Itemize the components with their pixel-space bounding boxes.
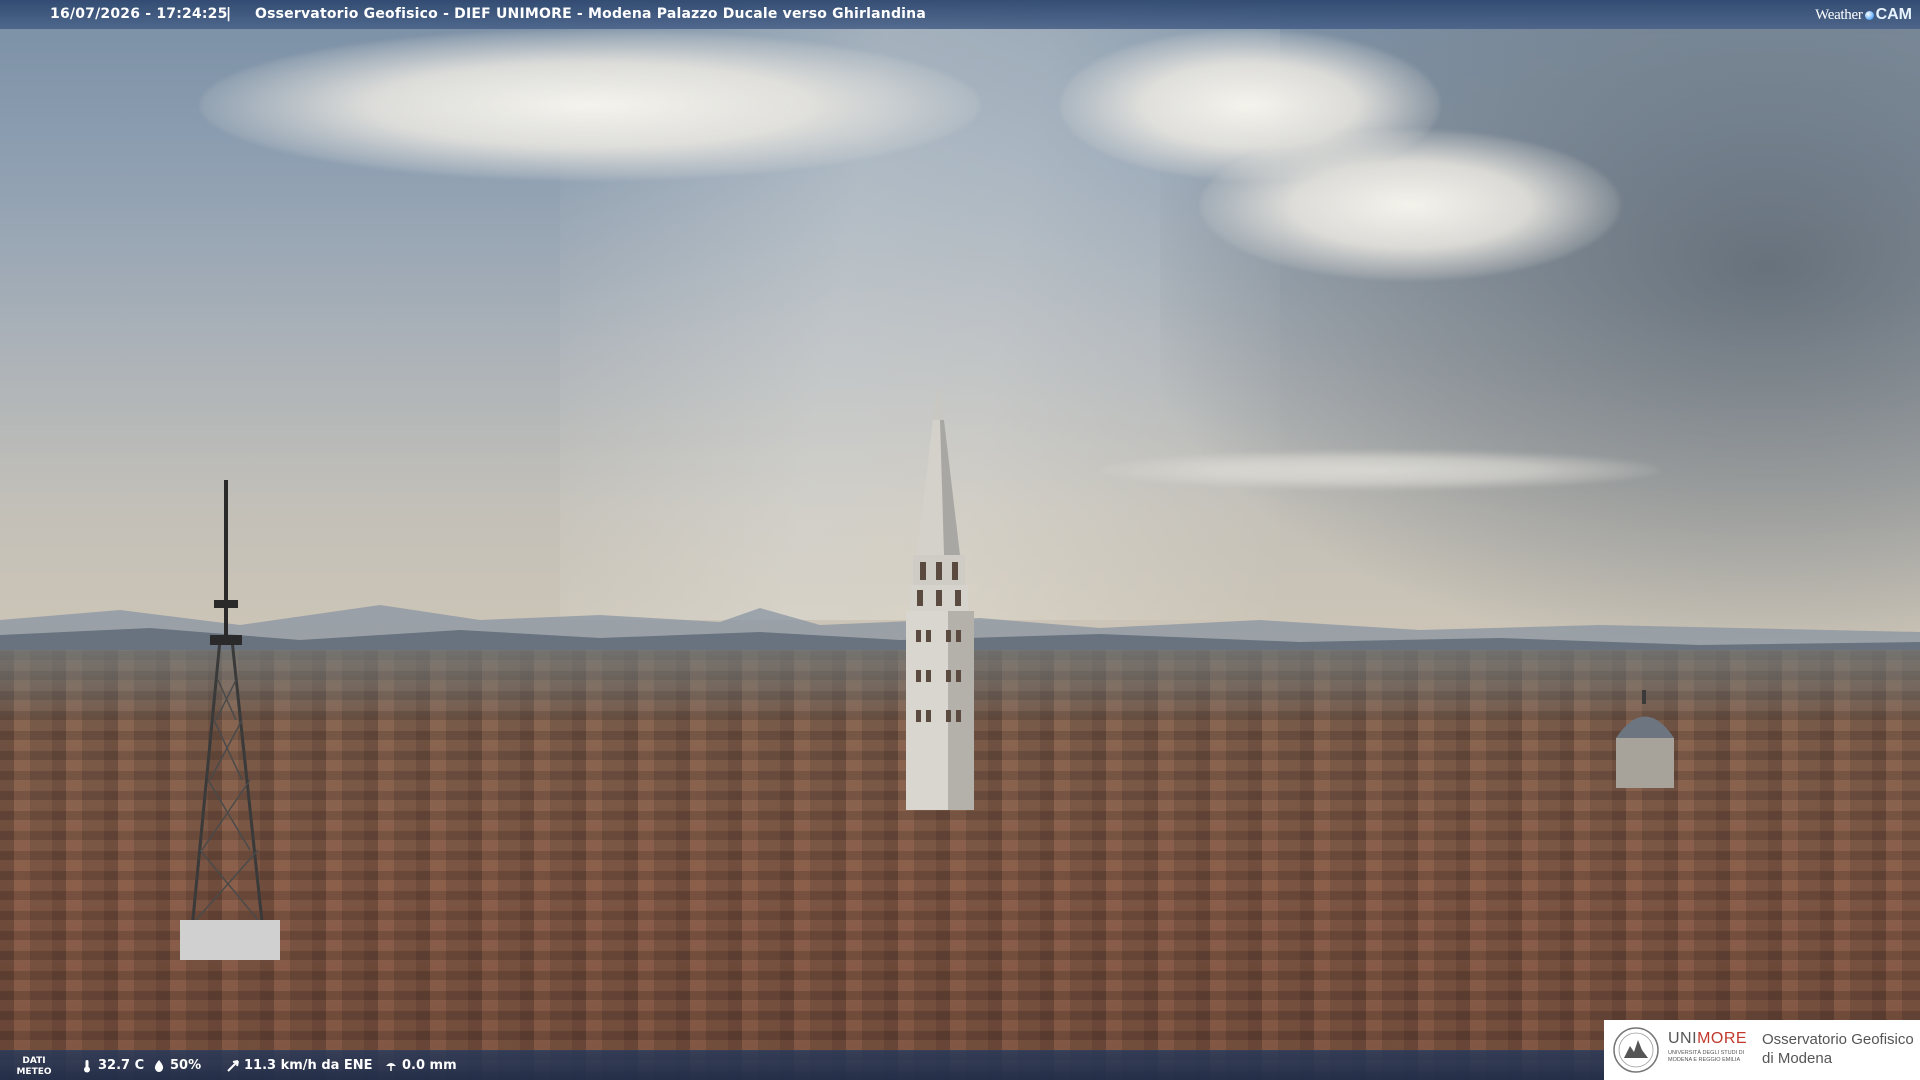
droplet-icon <box>154 1059 164 1072</box>
brand-cam-text: CAM <box>1875 6 1912 23</box>
observatory-line1: Osservatorio Geofisico <box>1762 1031 1914 1048</box>
timestamp: 16/07/2026 - 17:24:25 <box>50 6 228 22</box>
weather-label-line2: METEO <box>16 1067 52 1077</box>
radio-antenna <box>180 480 280 960</box>
webcam-frame: 16/07/2026 - 17:24:25 | Osservatorio Geo… <box>0 0 1920 1080</box>
observatory-line2: di Modena <box>1762 1050 1833 1067</box>
header-bar: 16/07/2026 - 17:24:25 | Osservatorio Geo… <box>0 0 1920 29</box>
brand-weather-text: Weather <box>1815 6 1863 23</box>
unimore-wordmark: UNIMORE <box>1668 1030 1747 1048</box>
globe-icon <box>1864 10 1874 20</box>
temperature-value: 32.7 C <box>98 1058 145 1073</box>
observatory-name: Osservatorio Geofisico di Modena <box>1762 1030 1914 1068</box>
temperature-readout: 32.7 C <box>80 1058 144 1073</box>
unimore-observatory-logo: UNIMORE UNIVERSITÀ DEGLI STUDI DI MODENA… <box>1604 1020 1920 1080</box>
university-line2: MODENA E REGGIO EMILIA <box>1668 1057 1741 1063</box>
weather-data-label: DATI METEO <box>14 1056 54 1078</box>
wind-readout: 11.3 km/h da ENE <box>226 1058 373 1073</box>
unimore-uni: UNI <box>1668 1030 1698 1047</box>
humidity-value: 50% <box>170 1058 202 1073</box>
weathercam-logo: Weather CAM <box>1815 4 1912 26</box>
humidity-readout: 50% <box>152 1058 201 1073</box>
university-line1: UNIVERSITÀ DEGLI STUDI DI <box>1668 1050 1745 1056</box>
university-seal-icon <box>1613 1027 1659 1073</box>
unimore-more: MORE <box>1697 1030 1748 1047</box>
wind-direction-icon <box>227 1059 239 1072</box>
rain-value: 0.0 mm <box>402 1058 457 1073</box>
rain-icon <box>386 1062 396 1071</box>
rain-readout: 0.0 mm <box>384 1058 457 1073</box>
cloud-left <box>200 30 980 180</box>
header-separator: | <box>226 6 232 22</box>
weather-label-line1: DATI <box>22 1056 46 1066</box>
university-name: UNIVERSITÀ DEGLI STUDI DI MODENA E REGGI… <box>1668 1050 1750 1064</box>
thermometer-icon <box>84 1059 90 1072</box>
wind-value: 11.3 km/h da ENE <box>244 1058 373 1073</box>
cloud-right-lower <box>1200 130 1620 280</box>
cloud-streak <box>1100 450 1660 490</box>
location-title: Osservatorio Geofisico - DIEF UNIMORE - … <box>255 6 926 22</box>
ghirlandina-tower <box>906 390 974 810</box>
church-dome <box>1616 690 1674 788</box>
